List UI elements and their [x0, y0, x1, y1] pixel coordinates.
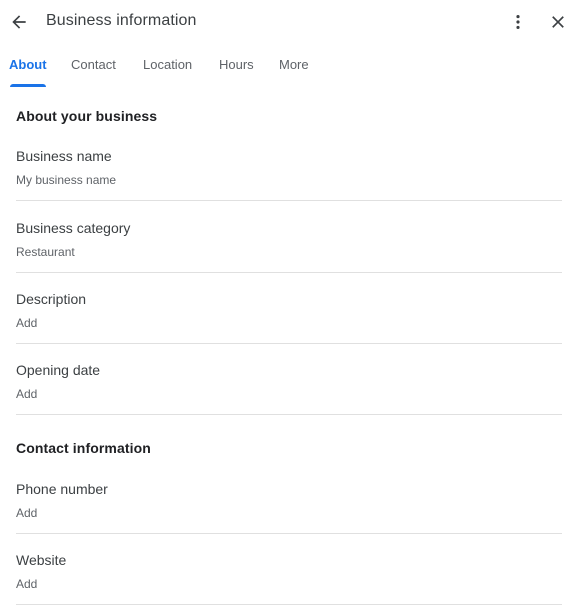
field-business-name[interactable]: Business name My business name — [16, 148, 562, 219]
field-label: Description — [16, 291, 87, 307]
field-phone-number[interactable]: Phone number Add — [16, 481, 562, 552]
tab-label: About — [9, 57, 47, 72]
back-button[interactable] — [5, 8, 33, 36]
field-description[interactable]: Description Add — [16, 291, 562, 362]
tab-label: Contact — [71, 57, 116, 72]
field-label: Website — [16, 552, 67, 568]
tab-more[interactable]: More — [279, 57, 309, 85]
close-icon — [552, 16, 564, 28]
tab-about[interactable]: About — [9, 57, 47, 87]
field-value: My business name — [16, 173, 117, 187]
close-button[interactable] — [544, 8, 572, 36]
tab-location[interactable]: Location — [143, 57, 192, 85]
section-title-about: About your business — [16, 108, 158, 124]
field-value: Add — [16, 387, 38, 401]
field-website[interactable]: Website Add — [16, 552, 562, 616]
field-business-category[interactable]: Business category Restaurant — [16, 220, 562, 291]
field-value: Add — [16, 316, 38, 330]
divider — [16, 200, 562, 201]
more-options-button[interactable] — [504, 8, 532, 36]
tab-label: Location — [143, 57, 193, 72]
header: Business information — [0, 0, 573, 44]
tab-hours[interactable]: Hours — [219, 57, 254, 85]
tab-label: Hours — [219, 57, 254, 72]
divider — [16, 343, 562, 344]
field-value: Restaurant — [16, 245, 75, 259]
more-vertical-icon — [516, 15, 520, 29]
divider — [16, 604, 562, 605]
tab-bar: About Contact Location Hours More — [0, 52, 573, 87]
field-value: Add — [16, 506, 38, 520]
active-tab-indicator — [10, 84, 46, 87]
divider — [16, 533, 562, 534]
field-value: Add — [16, 577, 38, 591]
field-label: Opening date — [16, 362, 101, 378]
field-label: Business category — [16, 220, 131, 236]
field-opening-date[interactable]: Opening date Add — [16, 362, 562, 433]
field-label: Business name — [16, 148, 112, 164]
page-title: Business information — [46, 12, 197, 29]
field-label: Phone number — [16, 481, 108, 497]
divider — [16, 272, 562, 273]
tab-label: More — [279, 57, 309, 72]
section-title-contact: Contact information — [16, 440, 151, 456]
arrow-back-icon — [12, 15, 26, 29]
tab-contact[interactable]: Contact — [71, 57, 116, 85]
divider — [16, 414, 562, 415]
